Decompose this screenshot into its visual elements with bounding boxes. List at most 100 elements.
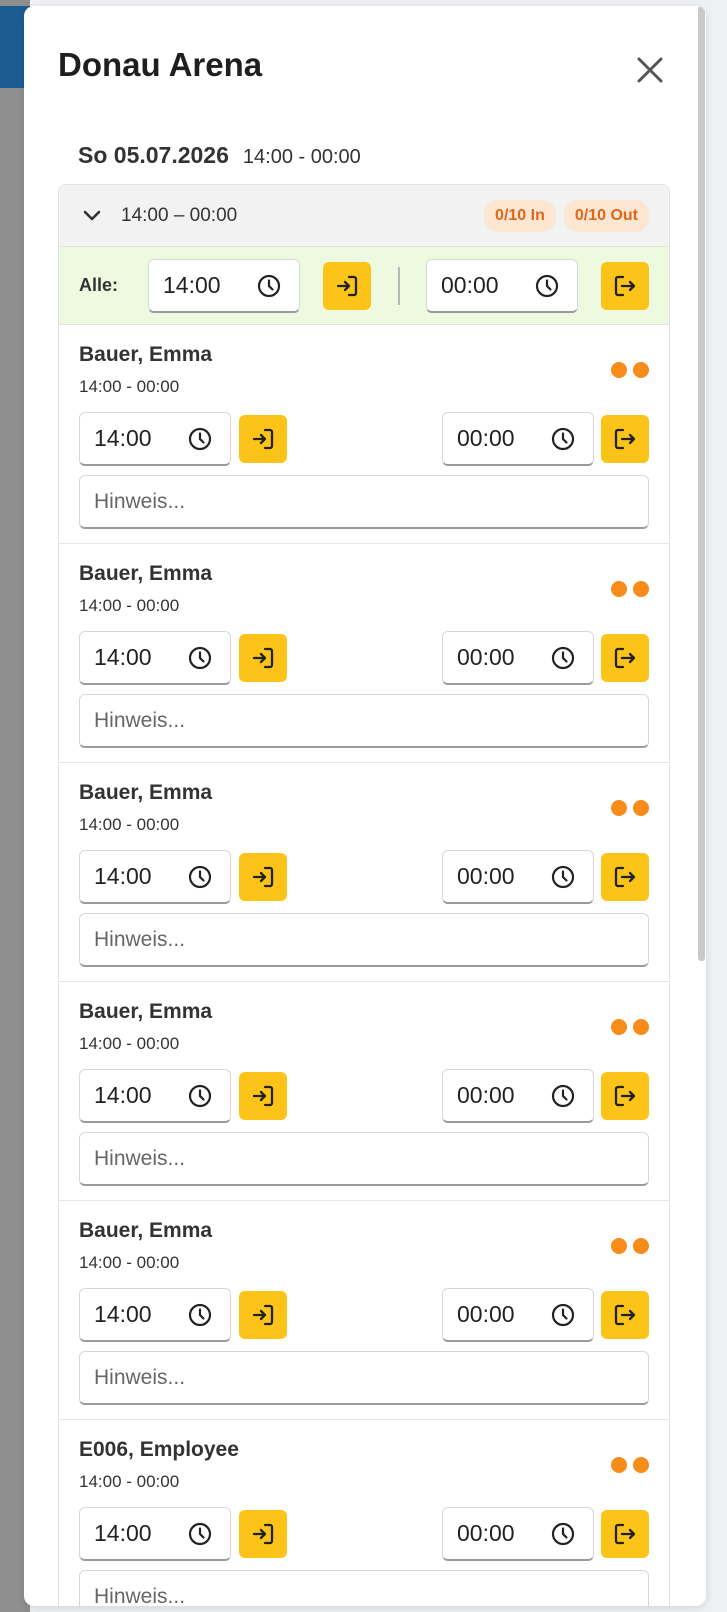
check-in-time-input[interactable]: 14:00 [79, 631, 231, 685]
clock-icon[interactable] [257, 273, 283, 299]
check-out-status-dot [633, 1457, 649, 1473]
check-in-time-value: 14:00 [94, 1082, 152, 1108]
check-in-time-input[interactable]: 14:00 [79, 412, 231, 466]
all-check-out-time-value: 00:00 [441, 272, 499, 298]
logout-icon [614, 275, 636, 297]
clock-icon[interactable] [551, 1302, 577, 1328]
all-check-in-time-input[interactable]: 14:00 [148, 259, 300, 313]
check-in-status-dot [611, 1457, 627, 1473]
employee-row: Bauer, Emma 14:00 - 00:00 14:00 00:00 [59, 325, 669, 544]
date-time-range: 14:00 - 00:00 [242, 146, 361, 168]
check-in-status-dot [611, 581, 627, 597]
employee-shift-time: 14:00 - 00:00 [79, 1472, 180, 1491]
status-dots [611, 1238, 649, 1254]
check-out-button[interactable] [601, 415, 649, 463]
login-icon [252, 1523, 274, 1545]
logout-icon [614, 428, 636, 450]
scrollbar-thumb[interactable] [698, 6, 705, 961]
divider [398, 267, 400, 305]
check-in-status-dot [611, 1238, 627, 1254]
note-input[interactable] [79, 1351, 649, 1405]
note-input[interactable] [79, 1570, 649, 1606]
check-in-button[interactable] [239, 634, 287, 682]
clock-icon[interactable] [188, 1302, 214, 1328]
login-icon [252, 866, 274, 888]
check-out-time-input[interactable]: 00:00 [442, 412, 594, 466]
modal-title: Donau Arena [58, 46, 263, 83]
employee-name: Bauer, Emma [79, 343, 213, 366]
all-label: Alle: [79, 275, 119, 295]
check-out-button[interactable] [601, 1072, 649, 1120]
check-out-status-dot [633, 1019, 649, 1035]
all-check-out-button[interactable] [601, 262, 649, 310]
check-in-time-value: 14:00 [94, 1520, 152, 1546]
status-dots [611, 362, 649, 378]
check-out-button[interactable] [601, 853, 649, 901]
checked-in-badge: 0/10 In [484, 199, 556, 232]
check-out-time-input[interactable]: 00:00 [442, 1288, 594, 1342]
note-input[interactable] [79, 694, 649, 748]
check-in-time-input[interactable]: 14:00 [79, 850, 231, 904]
employee-row: Bauer, Emma 14:00 - 00:00 14:00 00:00 [59, 763, 669, 982]
checked-out-badge: 0/10 Out [563, 199, 649, 232]
clock-icon[interactable] [188, 864, 214, 890]
note-input[interactable] [79, 1132, 649, 1186]
scrollbar[interactable] [696, 6, 706, 1606]
check-in-button[interactable] [239, 1510, 287, 1558]
check-in-time-value: 14:00 [94, 425, 152, 451]
check-out-time-input[interactable]: 00:00 [442, 1507, 594, 1561]
clock-icon[interactable] [188, 645, 214, 671]
check-in-time-input[interactable]: 14:00 [79, 1069, 231, 1123]
clock-icon[interactable] [551, 1083, 577, 1109]
all-check-out-time-input[interactable]: 00:00 [426, 259, 578, 313]
shift-header[interactable]: 14:00 – 00:00 0/10 In 0/10 Out [59, 185, 669, 247]
clock-icon[interactable] [188, 1521, 214, 1547]
login-icon [336, 275, 358, 297]
check-in-time-value: 14:00 [94, 863, 152, 889]
shift-modal: Donau Arena So 05.07.2026 14:00 - 00:00 … [24, 6, 706, 1606]
check-in-status-dot [611, 362, 627, 378]
employee-row: E006, Employee 14:00 - 00:00 14:00 00:00 [59, 1420, 669, 1606]
employee-list: Bauer, Emma 14:00 - 00:00 14:00 00:00 Ba… [59, 325, 669, 1606]
employee-row: Bauer, Emma 14:00 - 00:00 14:00 00:00 [59, 544, 669, 763]
check-in-time-input[interactable]: 14:00 [79, 1288, 231, 1342]
check-in-time-value: 14:00 [94, 644, 152, 670]
check-out-status-dot [633, 800, 649, 816]
check-in-button[interactable] [239, 853, 287, 901]
note-input[interactable] [79, 475, 649, 529]
check-in-status-dot [611, 1019, 627, 1035]
check-out-button[interactable] [601, 634, 649, 682]
employee-name: E006, Employee [79, 1438, 239, 1461]
clock-icon[interactable] [551, 1521, 577, 1547]
check-out-time-input[interactable]: 00:00 [442, 1069, 594, 1123]
check-out-time-value: 00:00 [457, 644, 515, 670]
clock-icon[interactable] [551, 645, 577, 671]
check-out-button[interactable] [601, 1510, 649, 1558]
check-out-time-value: 00:00 [457, 1301, 515, 1327]
shift-card: 14:00 – 00:00 0/10 In 0/10 Out Alle: 14:… [58, 184, 670, 1606]
clock-icon[interactable] [551, 426, 577, 452]
all-check-in-time-value: 14:00 [163, 272, 221, 298]
check-in-button[interactable] [239, 415, 287, 463]
status-dots [611, 1019, 649, 1035]
all-check-in-button[interactable] [323, 262, 371, 310]
check-out-time-input[interactable]: 00:00 [442, 631, 594, 685]
check-in-button[interactable] [239, 1291, 287, 1339]
close-button[interactable] [630, 50, 670, 90]
clock-icon[interactable] [188, 426, 214, 452]
note-input[interactable] [79, 913, 649, 967]
chevron-down-icon[interactable] [83, 206, 103, 226]
date-line: So 05.07.2026 14:00 - 00:00 [78, 142, 361, 169]
logout-icon [614, 1304, 636, 1326]
employee-row: Bauer, Emma 14:00 - 00:00 14:00 00:00 [59, 1201, 669, 1420]
check-out-time-input[interactable]: 00:00 [442, 850, 594, 904]
check-in-button[interactable] [239, 1072, 287, 1120]
check-in-time-input[interactable]: 14:00 [79, 1507, 231, 1561]
clock-icon[interactable] [535, 273, 561, 299]
employee-shift-time: 14:00 - 00:00 [79, 815, 180, 834]
check-out-button[interactable] [601, 1291, 649, 1339]
clock-icon[interactable] [551, 864, 577, 890]
status-dots [611, 800, 649, 816]
employee-shift-time: 14:00 - 00:00 [79, 377, 180, 396]
clock-icon[interactable] [188, 1083, 214, 1109]
